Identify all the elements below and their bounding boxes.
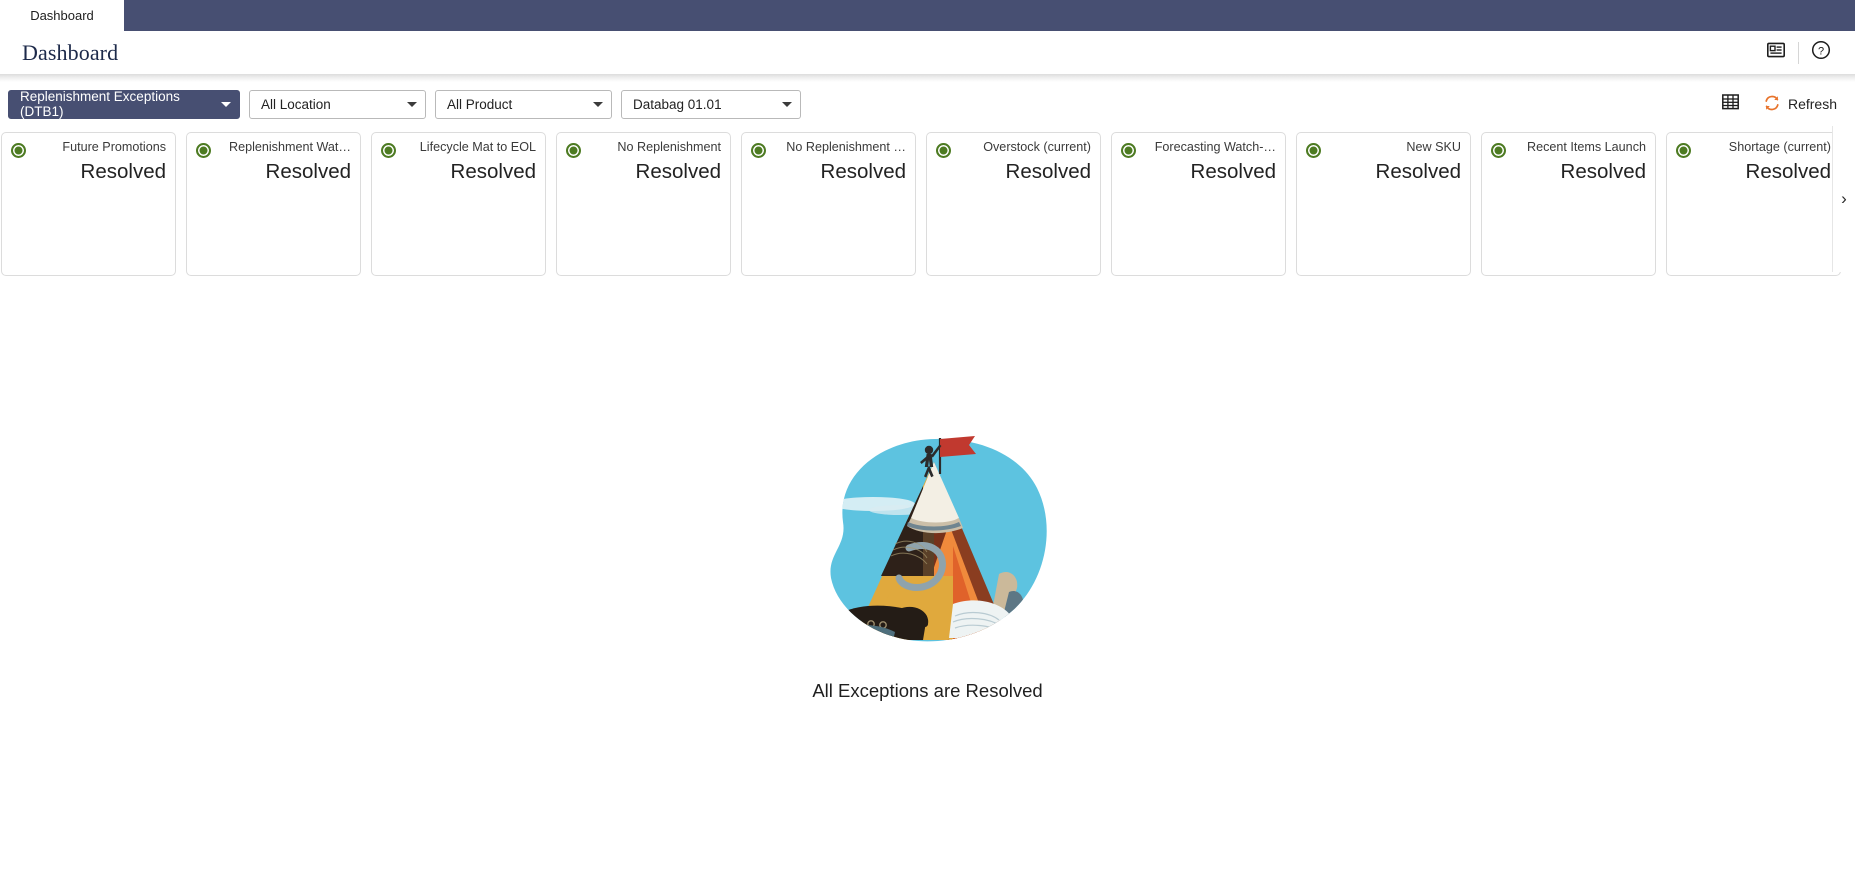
kpi-card-title: No Replenishment … xyxy=(786,140,906,154)
databag-select[interactable]: Databag 01.01 xyxy=(621,89,801,119)
tab-dashboard-label: Dashboard xyxy=(30,8,94,23)
header-actions: ? xyxy=(1756,36,1841,70)
news-card-icon xyxy=(1767,42,1785,63)
page-title: Dashboard xyxy=(22,39,119,65)
kpi-card-header: Lifecycle Mat to EOL xyxy=(381,140,536,158)
chevron-down-icon xyxy=(593,101,603,107)
chevron-right-icon: › xyxy=(1841,189,1847,208)
kpi-card[interactable]: Lifecycle Mat to EOL Resolved xyxy=(371,132,546,276)
status-resolved-icon xyxy=(566,143,581,158)
status-resolved-icon xyxy=(751,143,766,158)
help-circle-icon: ? xyxy=(1811,40,1831,65)
databag-select-value: Databag 01.01 xyxy=(633,96,722,112)
kpi-card-value: Resolved xyxy=(265,160,351,183)
refresh-button[interactable]: Refresh xyxy=(1755,94,1841,115)
empty-state: All Exceptions are Resolved xyxy=(0,278,1855,702)
status-resolved-icon xyxy=(196,143,211,158)
refresh-icon xyxy=(1763,94,1781,115)
kpi-card-header: Shortage (current) xyxy=(1676,140,1831,158)
table-grid-icon xyxy=(1722,93,1740,115)
page-header: Dashboard ? xyxy=(0,31,1855,74)
kpi-card-track: Future Promotions Resolved Replenishment W… xyxy=(0,132,1855,278)
kpi-card-title: Future Promotions xyxy=(62,140,166,154)
kpi-card[interactable]: Shortage (current) Resolved xyxy=(1666,132,1841,276)
product-select[interactable]: All Product xyxy=(435,89,612,119)
status-resolved-icon xyxy=(11,143,26,158)
chevron-down-icon xyxy=(782,101,792,107)
filter-toolbar: Replenishment Exceptions (DTB1) All Loca… xyxy=(0,82,1855,126)
kpi-card-value: Resolved xyxy=(1375,160,1461,183)
status-resolved-icon xyxy=(1306,143,1321,158)
kpi-card-header: Replenishment Wat… xyxy=(196,140,351,158)
toolbar-shadow xyxy=(0,74,1855,82)
kpi-card[interactable]: Replenishment Wat… Resolved xyxy=(186,132,361,276)
kpi-card-title: Replenishment Wat… xyxy=(228,140,351,154)
dashboard-select-value: Replenishment Exceptions (DTB1) xyxy=(20,89,180,119)
location-select-value: All Location xyxy=(261,96,331,112)
cards-next-button[interactable]: › xyxy=(1832,126,1855,272)
empty-state-illustration xyxy=(803,426,1053,658)
chevron-down-icon xyxy=(407,101,417,107)
news-card-button[interactable] xyxy=(1756,36,1796,70)
kpi-card-title: Forecasting Watch-… xyxy=(1154,140,1276,154)
top-nav-bar: Dashboard xyxy=(0,0,1855,31)
status-resolved-icon xyxy=(1491,143,1506,158)
kpi-card[interactable]: Overstock (current) Resolved xyxy=(926,132,1101,276)
kpi-card-title: No Replenishment xyxy=(617,140,721,154)
kpi-card[interactable]: No Replenishment … Resolved xyxy=(741,132,916,276)
kpi-card-rail: Future Promotions Resolved Replenishment W… xyxy=(0,126,1855,278)
kpi-card-value: Resolved xyxy=(1560,160,1646,183)
kpi-card-value: Resolved xyxy=(635,160,721,183)
help-button[interactable]: ? xyxy=(1801,36,1841,70)
kpi-card-value: Resolved xyxy=(1005,160,1091,183)
kpi-card-value: Resolved xyxy=(450,160,536,183)
svg-text:?: ? xyxy=(1818,45,1824,57)
header-divider xyxy=(1798,41,1799,64)
product-select-value: All Product xyxy=(447,96,513,112)
refresh-label: Refresh xyxy=(1787,96,1837,112)
kpi-card-header: No Replenishment … xyxy=(751,140,906,158)
kpi-card-header: New SKU xyxy=(1306,140,1461,158)
kpi-card-header: Future Promotions xyxy=(11,140,166,158)
empty-state-caption: All Exceptions are Resolved xyxy=(812,680,1043,701)
kpi-card-title: Overstock (current) xyxy=(983,140,1091,154)
kpi-card-title: Recent Items Launch xyxy=(1526,140,1646,154)
grid-view-button[interactable] xyxy=(1716,89,1746,119)
kpi-card[interactable]: New SKU Resolved xyxy=(1296,132,1471,276)
kpi-card[interactable]: No Replenishment Resolved xyxy=(556,132,731,276)
kpi-card-header: Forecasting Watch-… xyxy=(1121,140,1276,158)
kpi-card-header: No Replenishment xyxy=(566,140,721,158)
status-resolved-icon xyxy=(1121,143,1136,158)
kpi-card-title: Lifecycle Mat to EOL xyxy=(419,140,536,154)
kpi-card-header: Recent Items Launch xyxy=(1491,140,1646,158)
filter-toolbar-container: Replenishment Exceptions (DTB1) All Loca… xyxy=(0,74,1855,126)
location-select[interactable]: All Location xyxy=(249,89,426,119)
kpi-card[interactable]: Forecasting Watch-… Resolved xyxy=(1111,132,1286,276)
kpi-card-header: Overstock (current) xyxy=(936,140,1091,158)
status-resolved-icon xyxy=(381,143,396,158)
kpi-card[interactable]: Future Promotions Resolved xyxy=(1,132,176,276)
kpi-card-value: Resolved xyxy=(1190,160,1276,183)
chevron-down-icon xyxy=(221,101,231,107)
kpi-card-value: Resolved xyxy=(820,160,906,183)
status-resolved-icon xyxy=(1676,143,1691,158)
dashboard-select[interactable]: Replenishment Exceptions (DTB1) xyxy=(8,89,240,119)
kpi-card[interactable]: Recent Items Launch Resolved xyxy=(1481,132,1656,276)
kpi-card-value: Resolved xyxy=(80,160,166,183)
kpi-card-title: New SKU xyxy=(1406,140,1461,154)
kpi-card-title: Shortage (current) xyxy=(1728,140,1831,154)
kpi-card-value: Resolved xyxy=(1745,160,1831,183)
tab-dashboard[interactable]: Dashboard xyxy=(0,0,124,31)
status-resolved-icon xyxy=(936,143,951,158)
